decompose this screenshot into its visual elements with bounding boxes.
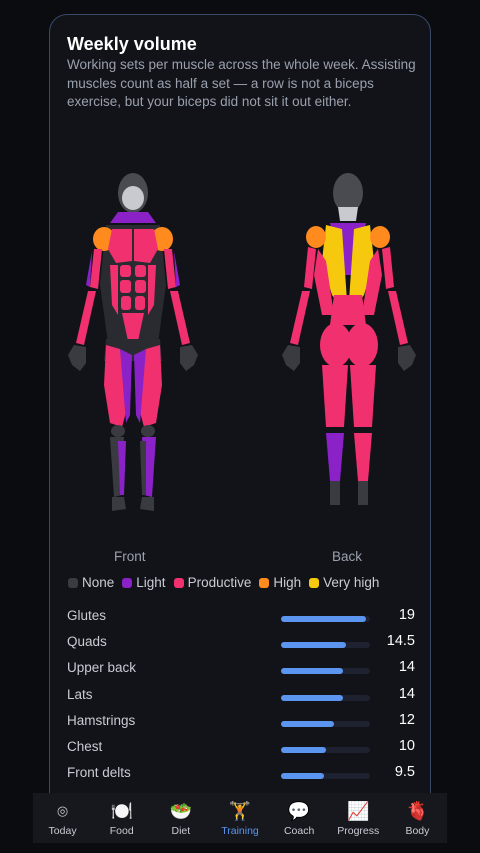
legend-label: Very high — [323, 575, 380, 590]
legend-label: Light — [136, 575, 166, 590]
front-face — [122, 186, 144, 210]
muscle-row-chest: Chest 10 — [67, 738, 417, 764]
muscle-sets-value: 10 — [398, 737, 415, 754]
muscle-sets-value: 14.5 — [386, 633, 415, 650]
muscle-name: Hamstrings — [67, 712, 136, 728]
volume-bar-track — [281, 668, 370, 675]
tab-today[interactable]: ◎ Today — [33, 799, 92, 837]
plate-icon: 🍽️ — [110, 801, 133, 821]
volume-bar-fill — [281, 616, 366, 622]
muscle-name: Glutes — [67, 608, 107, 623]
legend-item-light: Light — [122, 575, 166, 590]
front-left-biceps — [90, 249, 102, 289]
muscle-row-quads: Quads 14.5 — [67, 633, 417, 659]
muscle-name: Upper back — [67, 660, 137, 676]
tab-training[interactable]: 🏋️ Training — [210, 799, 269, 837]
legend-label: High — [273, 575, 302, 590]
card-subtitle: Working sets per muscle across the whole… — [67, 57, 416, 109]
tab-label: Training — [221, 825, 259, 837]
volume-legend: None Light Productive High Very high — [68, 575, 379, 590]
front-right-biceps — [164, 249, 176, 289]
muscle-row-lats: Lats 14 — [67, 686, 417, 712]
legend-label: Productive — [187, 575, 252, 590]
speech-bubble-icon: 💬 — [287, 801, 311, 821]
tab-progress[interactable]: 📈 Progress — [329, 799, 388, 837]
front-body-figure — [68, 173, 198, 511]
muscle-name: Chest — [67, 738, 103, 754]
volume-bar-fill — [281, 773, 324, 780]
card-title: Weekly volume — [67, 34, 197, 54]
tab-label: Today — [48, 825, 77, 837]
tab-label: Diet — [171, 825, 191, 837]
tab-body[interactable]: 🫀 Body — [388, 799, 447, 837]
muscle-volume-list: Glutes 19 Quads 14.5 Upper back 14 Lats … — [67, 607, 417, 790]
legend-item-productive: Productive — [173, 575, 252, 590]
back-right-glute — [346, 323, 378, 367]
volume-bar-track — [281, 642, 370, 649]
target-icon: ◎ — [56, 803, 69, 818]
muscle-sets-value: 19 — [398, 607, 415, 623]
anatomical-heart-icon: 🫀 — [406, 801, 429, 821]
weekly-volume-card: Weekly volume Working sets per muscle ac… — [49, 14, 431, 814]
legend-swatch — [259, 577, 270, 588]
volume-bar-fill — [281, 746, 326, 753]
volume-bar-track — [281, 746, 370, 753]
back-left-calf — [326, 433, 344, 481]
chart-icon: 📈 — [347, 801, 370, 821]
back-right-calf — [354, 433, 372, 481]
volume-bar-fill — [281, 642, 346, 649]
tab-label: Body — [405, 825, 430, 837]
bottom-tab-bar: ◎ Today 🍽️ Food 🥗 Diet 🏋️ Training 💬 Coa… — [33, 793, 447, 843]
legend-swatch — [68, 577, 78, 588]
muscle-sets-value: 14 — [398, 659, 415, 676]
volume-bar-track — [281, 616, 370, 622]
muscle-row-front-delts: Front delts 9.5 — [67, 764, 417, 790]
volume-bar-track — [281, 773, 370, 780]
volume-bar-fill — [281, 694, 344, 701]
tab-label: Food — [109, 825, 134, 837]
back-left-hamstring — [322, 365, 348, 427]
muscle-sets-value: 9.5 — [394, 764, 415, 781]
front-figure-label: Front — [114, 549, 146, 564]
muscle-sets-value: 14 — [398, 685, 415, 702]
volume-bar-track — [281, 720, 370, 727]
salad-icon: 🥗 — [169, 801, 193, 821]
weightlifter-icon: 🏋️ — [228, 801, 252, 821]
front-left-hand — [68, 345, 86, 371]
front-right-hand — [180, 345, 198, 371]
volume-bar-track — [281, 694, 370, 701]
volume-bar-fill — [281, 720, 335, 727]
tab-diet[interactable]: 🥗 Diet — [151, 799, 210, 837]
back-figure-label: Back — [332, 549, 363, 564]
back-body-figure — [282, 173, 416, 505]
legend-swatch — [173, 577, 184, 588]
muscle-row-glutes: Glutes 19 — [67, 607, 417, 633]
legend-item-very-high: Very high — [309, 575, 379, 590]
tab-food[interactable]: 🍽️ Food — [92, 799, 151, 837]
front-left-forearm — [76, 291, 96, 345]
legend-swatch — [122, 577, 133, 588]
front-traps — [110, 212, 156, 223]
legend-item-none: None — [68, 575, 114, 590]
legend-item-high: High — [259, 575, 301, 590]
tab-label: Coach — [283, 825, 315, 837]
back-right-hamstring — [350, 365, 376, 427]
muscle-row-upper-back: Upper back 14 — [67, 659, 417, 685]
muscle-name: Front delts — [67, 765, 131, 781]
muscle-sets-value: 12 — [398, 711, 415, 728]
tab-coach[interactable]: 💬 Coach — [270, 799, 329, 837]
legend-label: None — [82, 575, 115, 590]
muscle-name: Lats — [67, 686, 93, 702]
front-right-forearm — [170, 291, 190, 345]
tab-label: Progress — [337, 825, 380, 837]
muscle-row-hamstrings: Hamstrings 12 — [67, 712, 417, 738]
volume-bar-fill — [281, 668, 344, 675]
muscle-name: Quads — [67, 634, 107, 650]
legend-swatch — [309, 577, 320, 588]
